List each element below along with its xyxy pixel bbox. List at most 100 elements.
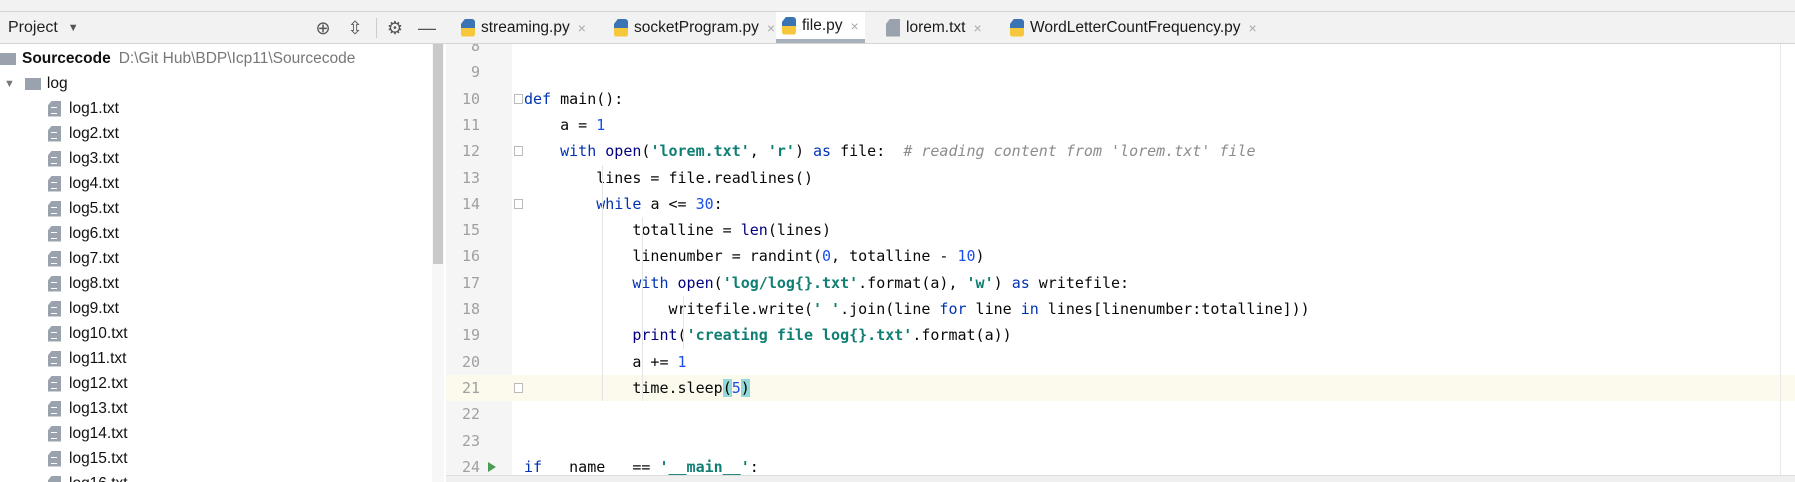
- root-name: Sourcecode: [22, 49, 111, 67]
- tree-file[interactable]: log16.txt: [48, 471, 128, 482]
- root-path: D:\Git Hub\BDP\Icp11\Sourcecode: [118, 49, 356, 67]
- code-token: .format(a),: [858, 273, 967, 292]
- code-editor[interactable]: 8 9 10 def main(): 11 a = 1 12 with open('lor…: [446, 44, 1795, 475]
- python-file-icon: [1010, 18, 1024, 37]
- code-token: line: [975, 300, 1021, 318]
- tree-file[interactable]: log2.txt: [48, 121, 119, 146]
- code-line[interactable]: 8: [446, 44, 1795, 59]
- code-token: with: [524, 142, 606, 161]
- code-token: .format(a)): [912, 326, 1012, 345]
- code-token: writefile:: [1038, 273, 1130, 292]
- code-line[interactable]: 20 a += 1: [446, 349, 1795, 375]
- tree-file[interactable]: log15.txt: [48, 446, 128, 471]
- expand-arrow-icon[interactable]: ▼: [4, 78, 15, 90]
- code-line[interactable]: 9: [446, 59, 1795, 85]
- close-icon[interactable]: ×: [767, 20, 775, 36]
- tree-folder-log[interactable]: ▼ log: [4, 71, 68, 96]
- code-line[interactable]: 16 linenumber = randint(0, totalline - 1…: [446, 243, 1795, 269]
- fold-icon[interactable]: [514, 382, 523, 393]
- code-token: for: [939, 300, 976, 318]
- code-line[interactable]: 14 while a <= 30:: [446, 191, 1795, 217]
- tab-label: streaming.py: [481, 18, 570, 36]
- run-icon[interactable]: [488, 461, 496, 472]
- file-label: log9.txt: [69, 299, 119, 317]
- code-line[interactable]: 12 with open('lorem.txt', 'r') as file: …: [446, 138, 1795, 164]
- close-icon[interactable]: ×: [973, 20, 981, 36]
- line-number: 18: [461, 300, 480, 318]
- file-label: log16.txt: [69, 475, 128, 482]
- code-token: ): [993, 273, 1012, 292]
- tree-file[interactable]: log13.txt: [48, 396, 128, 421]
- tab-socketprogram-py[interactable]: socketProgram.py ×: [608, 12, 781, 43]
- code-line[interactable]: 11 a = 1: [446, 112, 1795, 138]
- tree-file[interactable]: log6.txt: [48, 221, 119, 246]
- code-token: a +=: [524, 352, 678, 371]
- tree-file[interactable]: log8.txt: [48, 271, 119, 296]
- code-token: 10: [957, 247, 976, 266]
- code-line[interactable]: 10 def main():: [446, 86, 1795, 112]
- code-line[interactable]: 15 totalline = len(lines): [446, 217, 1795, 243]
- code-line[interactable]: 24 if __name__ == '__main__':: [446, 454, 1795, 475]
- line-number: 9: [470, 63, 480, 82]
- close-icon[interactable]: ×: [578, 20, 586, 36]
- tree-file[interactable]: log9.txt: [48, 296, 119, 321]
- file-label: log15.txt: [69, 449, 128, 467]
- python-file-icon: [614, 18, 628, 37]
- code-line[interactable]: 18 writefile.write(' '.join(line for lin…: [446, 296, 1795, 322]
- tab-file-py[interactable]: file.py ×: [776, 12, 865, 43]
- tab-label: WordLetterCountFrequency.py: [1030, 18, 1241, 36]
- tab-lorem-txt[interactable]: lorem.txt ×: [880, 12, 988, 43]
- locate-icon[interactable]: ⊕: [312, 17, 334, 39]
- tree-file[interactable]: log14.txt: [48, 421, 128, 446]
- horizontal-scrollbar[interactable]: [446, 475, 1795, 482]
- tree-file[interactable]: log3.txt: [48, 146, 119, 171]
- tree-file[interactable]: log1.txt: [48, 96, 119, 121]
- scrollbar-thumb[interactable]: [433, 44, 443, 264]
- tree-file[interactable]: log10.txt: [48, 321, 128, 346]
- tree-root[interactable]: Sourcecode D:\Git Hub\BDP\Icp11\Sourceco…: [0, 46, 355, 71]
- fold-icon[interactable]: [514, 93, 523, 104]
- tab-label: file.py: [802, 16, 843, 34]
- fold-icon[interactable]: [514, 146, 523, 157]
- file-label: log3.txt: [69, 149, 119, 167]
- tree-file[interactable]: log7.txt: [48, 246, 119, 271]
- code-line[interactable]: 22: [446, 401, 1795, 427]
- code-line[interactable]: 23: [446, 428, 1795, 454]
- line-number: 22: [461, 405, 480, 424]
- minimize-icon[interactable]: —: [416, 17, 438, 39]
- text-file-icon: [48, 450, 61, 467]
- tree-file[interactable]: log12.txt: [48, 371, 128, 396]
- line-number: 14: [461, 194, 480, 213]
- code-token: ' ': [812, 300, 841, 318]
- file-label: log8.txt: [69, 274, 119, 292]
- tree-scrollbar[interactable]: [432, 44, 444, 482]
- code-token: with: [524, 273, 678, 292]
- tab-streaming-py[interactable]: streaming.py ×: [455, 12, 592, 43]
- code-token: in: [1020, 300, 1048, 318]
- project-panel-header: Project ▼ ⊕ ⇳ ⚙ —: [0, 12, 445, 44]
- tree-file[interactable]: log5.txt: [48, 196, 119, 221]
- code-line[interactable]: 21 time.sleep(5): [446, 374, 1795, 401]
- line-number: 21: [461, 378, 480, 397]
- main-toolbar: [0, 0, 1795, 12]
- chevron-down-icon[interactable]: ▼: [68, 22, 79, 34]
- close-icon[interactable]: ×: [1249, 20, 1257, 36]
- tab-wordlettercountfrequency-py[interactable]: WordLetterCountFrequency.py ×: [1004, 12, 1263, 43]
- file-label: log12.txt: [69, 374, 128, 392]
- tree-file[interactable]: log11.txt: [48, 346, 126, 371]
- fold-icon[interactable]: [514, 198, 523, 209]
- project-view-selector[interactable]: Project: [8, 19, 58, 37]
- code-token: '__main__': [659, 457, 750, 475]
- code-line[interactable]: 19 print('creating file log{}.txt'.forma…: [446, 322, 1795, 348]
- close-icon[interactable]: ×: [851, 18, 859, 34]
- code-line[interactable]: 13 lines = file.readlines(): [446, 165, 1795, 191]
- collapse-all-icon[interactable]: ⇳: [344, 17, 366, 39]
- text-file-icon: [48, 350, 61, 367]
- code-line[interactable]: 17 with open('log/log{}.txt'.format(a), …: [446, 270, 1795, 296]
- gear-icon[interactable]: ⚙: [384, 17, 406, 39]
- tree-file[interactable]: log4.txt: [48, 171, 119, 196]
- text-file-icon: [48, 325, 61, 342]
- code-token: print: [524, 326, 678, 345]
- line-number: 10: [461, 89, 480, 108]
- text-file-icon: [48, 475, 61, 482]
